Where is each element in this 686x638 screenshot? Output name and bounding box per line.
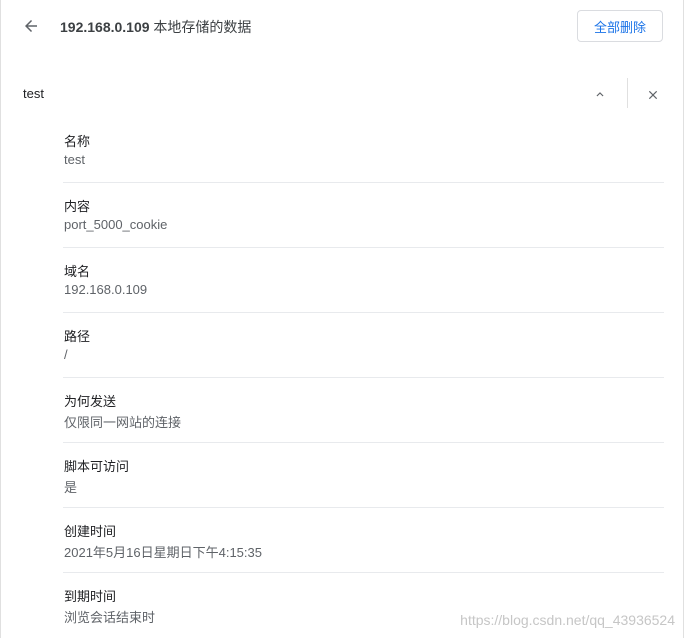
watermark: https://blog.csdn.net/qq_43936524: [460, 612, 675, 628]
detail-value: test: [64, 152, 85, 167]
detail-domain: 域名 192.168.0.109: [63, 248, 664, 313]
detail-name: 名称 test: [63, 118, 664, 183]
cookie-details-list: 名称 test 内容 port_5000_cookie 域名 192.168.0…: [63, 118, 664, 638]
cookie-item-header: test: [1, 72, 683, 116]
detail-expires: 到期时间 浏览会话结束时: [63, 573, 664, 638]
detail-label: 名称: [64, 134, 91, 149]
detail-content: 内容 port_5000_cookie: [63, 183, 664, 248]
detail-value: /: [64, 347, 68, 362]
collapse-button[interactable]: [587, 82, 613, 108]
detail-value: 浏览会话结束时: [64, 610, 156, 625]
detail-value: 192.168.0.109: [64, 282, 148, 297]
detail-label: 为何发送: [64, 394, 117, 409]
detail-path: 路径 /: [63, 313, 664, 378]
close-icon: [648, 90, 658, 100]
detail-label: 脚本可访问: [64, 459, 130, 474]
detail-value: 2021年5月16日星期日下午4:15:35: [64, 545, 262, 560]
cookie-detail-page: 192.168.0.109 本地存储的数据 全部删除 test 名称 test …: [0, 0, 684, 638]
header-divider: [627, 78, 628, 108]
arrow-back-icon: [25, 20, 37, 32]
back-button[interactable]: [17, 12, 45, 40]
detail-label: 域名: [64, 264, 91, 279]
page-title: 192.168.0.109 本地存储的数据: [60, 17, 251, 37]
detail-value: 仅限同一网站的连接: [64, 415, 182, 430]
chevron-up-icon: [596, 92, 604, 97]
site-host: 192.168.0.109: [60, 19, 150, 35]
detail-label: 内容: [64, 199, 91, 214]
detail-label: 创建时间: [64, 524, 117, 539]
page-header: 192.168.0.109 本地存储的数据 全部删除: [1, 0, 683, 52]
detail-value: 是: [64, 480, 78, 495]
detail-label: 路径: [64, 329, 91, 344]
delete-all-button[interactable]: 全部删除: [577, 10, 663, 42]
detail-created: 创建时间 2021年5月16日星期日下午4:15:35: [63, 508, 664, 573]
detail-value: port_5000_cookie: [64, 217, 168, 232]
remove-cookie-button[interactable]: [640, 82, 666, 108]
detail-label: 到期时间: [64, 589, 117, 604]
detail-send-for: 为何发送 仅限同一网站的连接: [63, 378, 664, 443]
page-title-suffix: 本地存储的数据: [149, 19, 252, 35]
detail-script-accessible: 脚本可访问 是: [63, 443, 664, 508]
cookie-name: test: [23, 86, 44, 101]
